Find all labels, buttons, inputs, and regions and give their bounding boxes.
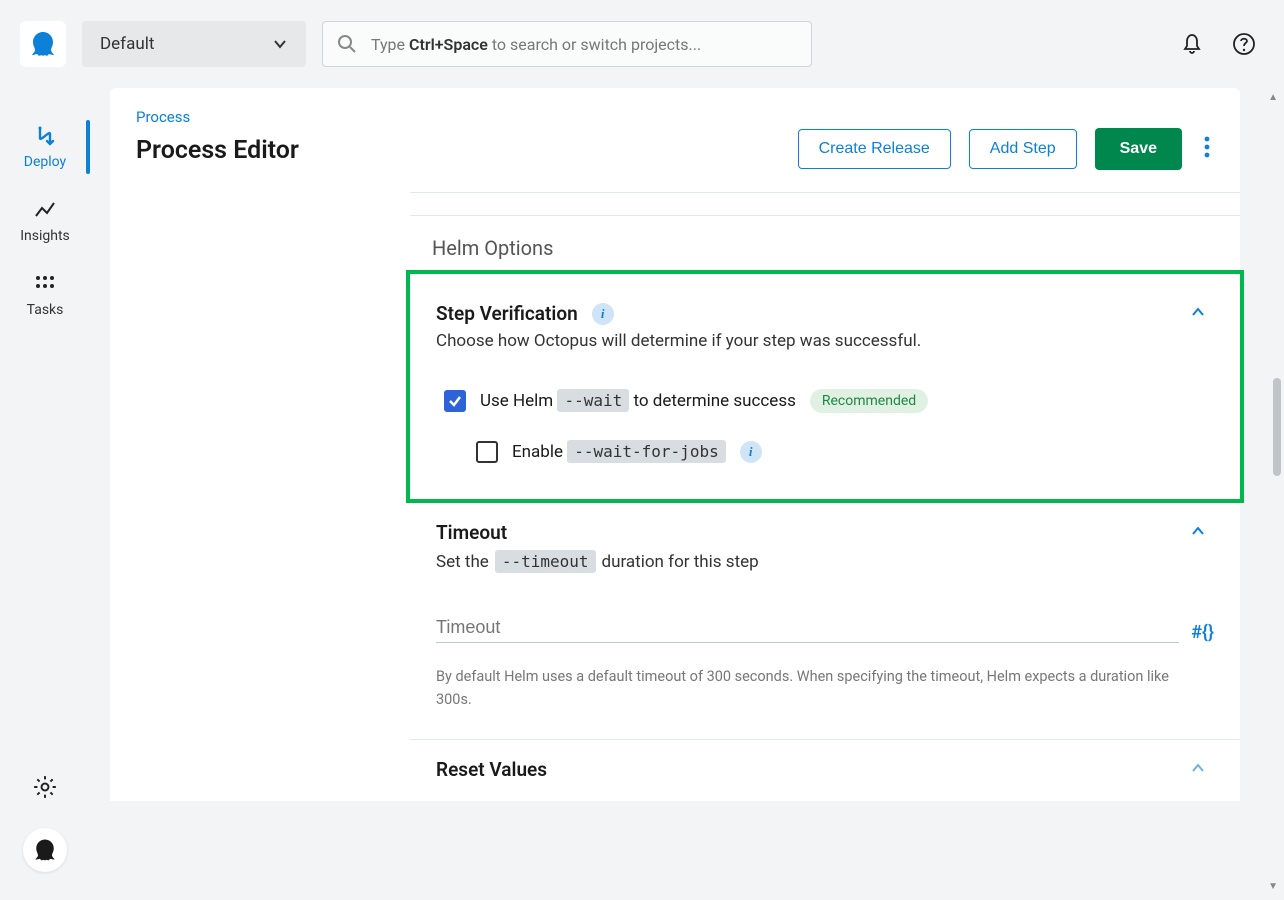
chevron-down-icon — [272, 36, 288, 52]
notifications-icon[interactable] — [1180, 32, 1204, 56]
use-wait-label: Use Helm --wait to determine success — [480, 391, 796, 411]
step-verification-title: Step Verification — [436, 302, 578, 325]
scroll-up-arrow[interactable]: ▲ — [1268, 92, 1278, 103]
step-verification-section: Step Verification i Choose how Octopus w… — [406, 270, 1244, 503]
timeout-input[interactable] — [436, 613, 1179, 643]
info-icon[interactable]: i — [592, 303, 614, 325]
bind-variable-icon[interactable]: #{} — [1191, 622, 1214, 643]
collapse-toggle[interactable] — [1190, 523, 1206, 543]
step-verification-desc: Choose how Octopus will determine if you… — [436, 331, 1214, 351]
tasks-icon — [33, 272, 57, 296]
collapse-toggle[interactable] — [1190, 760, 1206, 780]
collapse-toggle[interactable] — [1190, 304, 1206, 324]
wait-for-jobs-label: Enable --wait-for-jobs — [512, 442, 726, 462]
search-box[interactable]: Type Ctrl+Space to search or switch proj… — [322, 21, 812, 67]
scrollbar-thumb[interactable] — [1273, 378, 1281, 476]
save-button[interactable]: Save — [1095, 128, 1182, 170]
nav-label: Deploy — [24, 154, 66, 170]
scroll-down-arrow[interactable]: ▼ — [1268, 881, 1278, 892]
reset-values-title: Reset Values — [436, 758, 547, 781]
settings-icon[interactable] — [32, 774, 58, 800]
search-icon — [337, 34, 357, 54]
space-selector[interactable]: Default — [82, 21, 306, 67]
helm-options-heading: Helm Options — [410, 216, 1240, 270]
app-logo[interactable] — [20, 21, 66, 67]
user-avatar[interactable] — [23, 828, 67, 872]
nav-tasks[interactable]: Tasks — [0, 258, 90, 332]
nav-label: Tasks — [27, 302, 64, 318]
nav-deploy[interactable]: Deploy — [0, 110, 90, 184]
space-name: Default — [100, 34, 154, 54]
breadcrumb-process[interactable]: Process — [136, 108, 299, 126]
wait-for-jobs-checkbox[interactable] — [476, 441, 498, 463]
timeout-helper: By default Helm uses a default timeout o… — [436, 665, 1196, 711]
insights-icon — [33, 198, 57, 222]
recommended-badge: Recommended — [810, 389, 928, 413]
timeout-title: Timeout — [436, 521, 507, 544]
timeout-section: Timeout Set the --timeout duration for t… — [410, 503, 1240, 731]
reset-values-section: Reset Values — [410, 740, 1240, 801]
add-step-button[interactable]: Add Step — [969, 129, 1077, 169]
page-title: Process Editor — [136, 136, 299, 165]
use-wait-checkbox[interactable] — [444, 390, 466, 412]
more-menu-icon[interactable] — [1200, 132, 1214, 166]
info-icon[interactable]: i — [740, 441, 762, 463]
help-icon[interactable] — [1232, 32, 1256, 56]
timeout-desc: Set the --timeout duration for this step — [436, 550, 1214, 573]
nav-label: Insights — [20, 228, 70, 244]
nav-insights[interactable]: Insights — [0, 184, 90, 258]
create-release-button[interactable]: Create Release — [798, 129, 951, 169]
deploy-icon — [33, 124, 57, 148]
main-card: Process Process Editor Create Release Ad… — [110, 88, 1240, 801]
search-placeholder: Type Ctrl+Space to search or switch proj… — [371, 35, 701, 54]
